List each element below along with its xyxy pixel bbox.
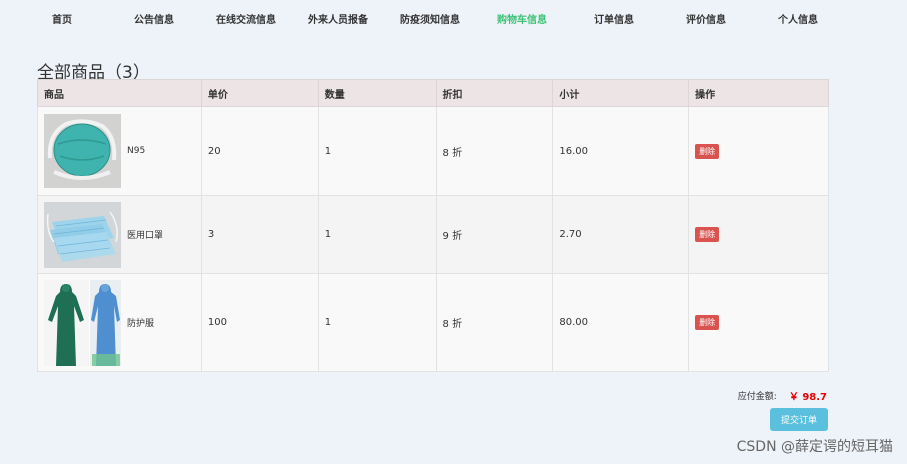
quantity-cell: 1 xyxy=(317,273,437,372)
subtotal-cell: 80.00 xyxy=(552,273,690,372)
nav-item-online-chat[interactable]: 在线交流信息 xyxy=(200,0,292,42)
nav-item-orders[interactable]: 订单信息 xyxy=(568,0,660,42)
nav-item-reviews[interactable]: 评价信息 xyxy=(660,0,752,42)
table-header-row: 商品 单价 数量 折扣 小计 操作 xyxy=(37,79,829,107)
protective-suits-image[interactable] xyxy=(44,279,121,366)
table-row: 防护服 100 1 8 折 80.00 删除 xyxy=(37,273,829,372)
product-name[interactable]: 医用口罩 xyxy=(127,228,163,241)
nav-item-announcements[interactable]: 公告信息 xyxy=(108,0,200,42)
nav-item-home[interactable]: 首页 xyxy=(16,0,108,42)
nav-item-cart[interactable]: 购物车信息 xyxy=(476,0,568,42)
action-cell: 删除 xyxy=(688,195,829,274)
nav-item-visitor-report[interactable]: 外来人员报备 xyxy=(292,0,384,42)
subtotal-cell: 2.70 xyxy=(552,195,690,274)
medical-masks-image[interactable] xyxy=(44,201,121,268)
header-subtotal: 小计 xyxy=(552,79,690,107)
top-nav: 首页 公告信息 在线交流信息 外来人员报备 防疫须知信息 购物车信息 订单信息 … xyxy=(0,0,907,42)
header-price: 单价 xyxy=(200,79,319,107)
subtotal-cell: 16.00 xyxy=(552,106,690,196)
quantity-cell: 1 xyxy=(317,106,437,196)
delete-button[interactable]: 删除 xyxy=(695,315,720,330)
table-row: N95 20 1 8 折 16.00 删除 xyxy=(37,106,829,196)
total-label: 应付金额: xyxy=(737,392,777,402)
product-cell: N95 xyxy=(37,106,202,196)
discount-cell: 8 折 xyxy=(435,106,554,196)
header-product: 商品 xyxy=(37,79,202,107)
delete-button[interactable]: 删除 xyxy=(695,143,720,159)
discount-cell: 8 折 xyxy=(435,273,554,372)
nav-item-epidemic-notice[interactable]: 防疫须知信息 xyxy=(384,0,476,42)
quantity-cell: 1 xyxy=(317,195,437,274)
price-cell: 3 xyxy=(200,195,319,274)
total-value: ￥ 98.7 xyxy=(788,392,827,403)
header-action: 操作 xyxy=(688,79,829,107)
action-cell: 删除 xyxy=(688,106,829,196)
header-quantity: 数量 xyxy=(317,79,437,107)
product-name[interactable]: 防护服 xyxy=(127,316,154,329)
action-cell: 删除 xyxy=(688,273,829,372)
watermark: CSDN @薛定谔的短耳猫 xyxy=(736,439,893,455)
table-row: 医用口罩 3 1 9 折 2.70 删除 xyxy=(37,195,829,274)
product-cell: 医用口罩 xyxy=(37,195,202,274)
cart-table: 商品 单价 数量 折扣 小计 操作 N95 20 1 8 折 16.00 删除 … xyxy=(37,79,829,372)
n95-mask-image[interactable] xyxy=(44,114,121,188)
total-amount: 应付金额: ￥ 98.7 xyxy=(738,388,827,403)
header-discount: 折扣 xyxy=(435,79,554,107)
product-name[interactable]: N95 xyxy=(127,146,145,156)
discount-cell: 9 折 xyxy=(435,195,554,274)
submit-order-button[interactable]: 提交订单 xyxy=(770,408,828,431)
price-cell: 100 xyxy=(200,273,319,372)
nav-item-profile[interactable]: 个人信息 xyxy=(752,0,844,42)
price-cell: 20 xyxy=(200,106,319,196)
product-cell: 防护服 xyxy=(37,273,202,372)
delete-button[interactable]: 删除 xyxy=(695,227,720,242)
